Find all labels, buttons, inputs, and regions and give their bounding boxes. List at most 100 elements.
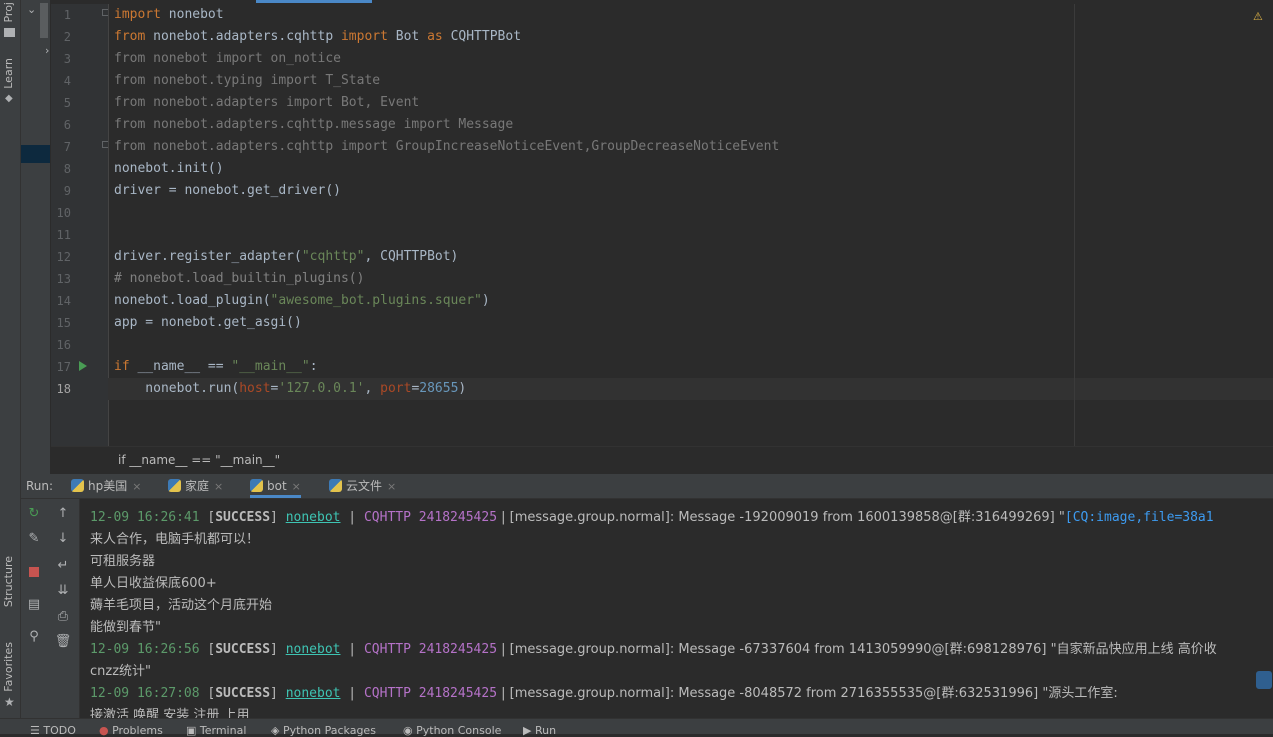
python-packages-tool-button[interactable]: ◈ Python Packages	[271, 724, 376, 737]
code-line: from nonebot.adapters import Bot, Event	[114, 95, 420, 110]
breadcrumb: if __name__ == "__main__"	[51, 446, 1273, 475]
problems-tool-button[interactable]: ● Problems	[99, 724, 163, 737]
code-line: driver.register_adapter("cqhttp", CQHTTP…	[114, 249, 459, 264]
console-line: 来人合作，电脑手机都可以！	[90, 532, 260, 547]
arrow-up-icon[interactable]: ↑	[54, 505, 72, 523]
console-line: 可租服务器	[90, 554, 156, 569]
run-tab-hp[interactable]: hp美国 ×	[71, 474, 141, 498]
run-tab-bot[interactable]: bot ×	[250, 474, 301, 498]
console-line: 12-09 16:26:56 [SUCCESS] nonebot | CQHTT…	[90, 642, 1217, 657]
project-scrollbar[interactable]	[40, 3, 48, 38]
line-number: 4	[63, 74, 71, 88]
active-file-tab-indicator	[256, 0, 372, 3]
run-tab-cloud[interactable]: 云文件 ×	[329, 474, 396, 498]
warning-icon[interactable]: ⚠	[1253, 10, 1263, 23]
line-number: 9	[63, 184, 71, 198]
code-line: driver = nonebot.get_driver()	[114, 183, 341, 198]
soft-wrap-icon[interactable]: ↵	[54, 557, 72, 575]
terminal-icon: ▣	[186, 724, 200, 737]
run-tab-bar: Run: hp美国 × 家庭 × bot × 云文件 ×	[21, 474, 1273, 499]
python-console-tool-button[interactable]: ◉ Python Console	[403, 724, 501, 737]
run-toolbar-primary: ↻ ✎ ▤ ⚲	[21, 499, 47, 718]
line-number: 8	[63, 162, 71, 176]
favorites-tool-button[interactable]: Favorites	[2, 642, 15, 692]
floating-widget-icon[interactable]	[1256, 671, 1272, 689]
line-number: 5	[63, 96, 71, 110]
line-number: 1	[63, 8, 71, 22]
list-icon: ☰	[30, 724, 44, 737]
learn-tool-button[interactable]: Learn	[2, 58, 15, 89]
console-clipped-line	[164, 499, 284, 504]
terminal-tool-button[interactable]: ▣ Terminal	[186, 724, 246, 737]
run-gutter-icon[interactable]	[79, 361, 87, 371]
chevron-down-icon[interactable]: ⌄	[27, 3, 36, 16]
code-line: from nonebot.adapters.cqhttp import Bot …	[114, 29, 522, 44]
code-line: if __name__ == "__main__":	[114, 359, 318, 374]
close-icon[interactable]: ×	[132, 480, 141, 493]
console-line: 12-09 16:27:08 [SUCCESS] nonebot | CQHTT…	[90, 686, 1118, 701]
left-tool-strip: Proj Learn ◆ Structure Favorites ★	[0, 0, 21, 733]
console-line: 薅羊毛项目，活动这个月底开始	[90, 598, 273, 613]
project-panel: ⌄ ›	[21, 0, 51, 474]
close-icon[interactable]: ×	[214, 480, 223, 493]
layout-icon[interactable]: ▤	[25, 596, 43, 614]
play-icon: ▶	[523, 724, 535, 737]
code-line: nonebot.init()	[114, 161, 224, 176]
line-number: 17	[56, 360, 71, 374]
scroll-to-end-icon[interactable]: ⇊	[54, 582, 72, 600]
error-icon: ●	[99, 724, 113, 737]
stop-icon[interactable]	[29, 567, 39, 577]
print-icon[interactable]: ⎙	[54, 608, 72, 626]
learn-icon: ◆	[5, 93, 13, 104]
project-tool-button[interactable]: Proj	[2, 2, 15, 23]
line-number-gutter: 1 2 3 4 5 6 7 8 9 10 11 12 13 14 15 16 1…	[51, 4, 109, 446]
run-tab-home[interactable]: 家庭 ×	[168, 474, 223, 498]
structure-tool-button[interactable]: Structure	[2, 556, 15, 607]
trash-icon[interactable]: 🗑	[54, 633, 72, 651]
line-number: 11	[56, 228, 71, 242]
pin-icon[interactable]: ⚲	[25, 628, 43, 646]
wrench-icon[interactable]: ✎	[25, 530, 43, 548]
line-number: 6	[63, 118, 71, 132]
line-number: 10	[56, 206, 71, 220]
console-line: 能做到春节"	[90, 620, 161, 635]
console-icon: ◉	[403, 724, 417, 737]
line-number: 18	[56, 382, 71, 396]
run-toolbar-secondary: ↑ ↓ ↵ ⇊ ⎙ 🗑	[47, 499, 80, 718]
line-number: 7	[63, 140, 71, 154]
run-label: Run:	[26, 479, 54, 493]
line-number: 3	[63, 52, 71, 66]
star-icon: ★	[4, 695, 15, 709]
console-line: cnzz统计"	[90, 664, 152, 679]
code-line: app = nonebot.get_asgi()	[114, 315, 302, 330]
python-icon	[168, 479, 181, 492]
code-line: nonebot.load_plugin("awesome_bot.plugins…	[114, 293, 490, 308]
console-line: 接激活 唤醒 安装 注册 上用	[90, 708, 250, 718]
code-line: # nonebot.load_builtin_plugins()	[114, 271, 365, 286]
line-number: 12	[56, 250, 71, 264]
code-line: from nonebot.typing import T_State	[114, 73, 381, 88]
breadcrumb-item[interactable]: if __name__ == "__main__"	[118, 453, 280, 467]
run-tool-button[interactable]: ▶ Run	[523, 724, 556, 737]
python-icon	[250, 479, 263, 492]
python-icon	[329, 479, 342, 492]
bottom-tool-window-bar: ☰ TODO ● Problems ▣ Terminal ◈ Python Pa…	[0, 718, 1273, 737]
project-selected-row[interactable]	[21, 145, 50, 163]
line-number: 15	[56, 316, 71, 330]
todo-tool-button[interactable]: ☰ TODO	[30, 724, 76, 737]
chevron-right-icon[interactable]: ›	[45, 44, 49, 57]
code-line: from nonebot.adapters.cqhttp.message imp…	[114, 117, 514, 132]
close-icon[interactable]: ×	[387, 480, 396, 493]
console-line: 12-09 16:26:41 [SUCCESS] nonebot | CQHTT…	[90, 510, 1214, 525]
right-margin-guide	[1074, 4, 1075, 446]
line-number: 14	[56, 294, 71, 308]
arrow-down-icon[interactable]: ↓	[54, 530, 72, 548]
close-icon[interactable]: ×	[292, 480, 301, 493]
run-console-output[interactable]: 12-09 16:26:41 [SUCCESS] nonebot | CQHTT…	[80, 499, 1273, 718]
rerun-icon[interactable]: ↻	[25, 505, 43, 523]
python-icon	[71, 479, 84, 492]
line-number: 16	[56, 338, 71, 352]
folder-icon	[4, 28, 15, 37]
code-line: import nonebot	[114, 7, 224, 22]
code-line: from nonebot import on_notice	[114, 51, 341, 66]
